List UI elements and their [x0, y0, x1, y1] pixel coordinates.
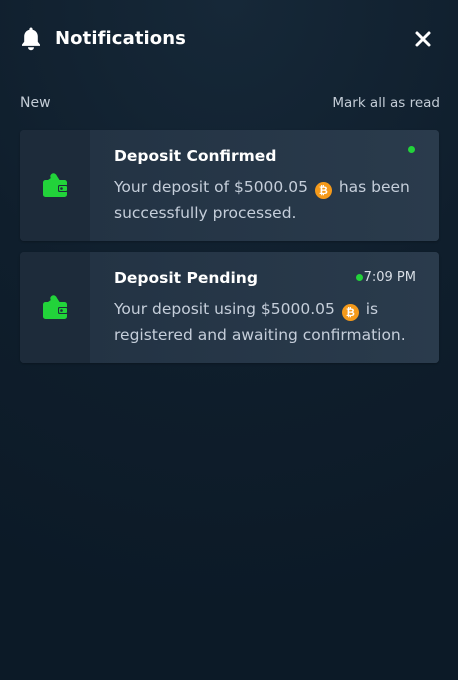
- notification-icon-column: [20, 252, 90, 363]
- bell-icon: [22, 27, 40, 51]
- notification-message: Your deposit using $5000.05 ₿ is registe…: [114, 296, 424, 348]
- wallet-icon: [43, 295, 68, 319]
- notification-title: Deposit Pending: [114, 269, 258, 287]
- wallet-icon: [43, 173, 68, 197]
- notification-time: 7:09 PM: [363, 270, 416, 285]
- notifications-header: Notifications: [0, 0, 458, 80]
- notification-icon-column: [20, 130, 90, 241]
- notification-body: Deposit Pending 7:09 PM Your deposit usi…: [90, 252, 439, 363]
- bitcoin-icon: ₿: [314, 182, 332, 199]
- notification-body: Deposit Confirmed Your deposit of $5000.…: [90, 130, 439, 241]
- page-title: Notifications: [55, 28, 186, 49]
- mark-all-read-button[interactable]: Mark all as read: [332, 95, 440, 111]
- notification-message: Your deposit of $5000.05 ₿ has been succ…: [114, 174, 424, 226]
- bitcoin-icon: ₿: [341, 304, 359, 321]
- section-label-new: New: [20, 95, 51, 111]
- message-part: Your deposit of $5000.05: [114, 178, 308, 196]
- close-icon[interactable]: [412, 28, 434, 50]
- notification-card[interactable]: Deposit Pending 7:09 PM Your deposit usi…: [20, 252, 439, 363]
- notification-card[interactable]: Deposit Confirmed Your deposit of $5000.…: [20, 130, 439, 241]
- unread-indicator: [356, 274, 363, 281]
- unread-indicator: [408, 146, 415, 153]
- message-part: Your deposit using $5000.05: [114, 300, 335, 318]
- notification-title: Deposit Confirmed: [114, 147, 277, 165]
